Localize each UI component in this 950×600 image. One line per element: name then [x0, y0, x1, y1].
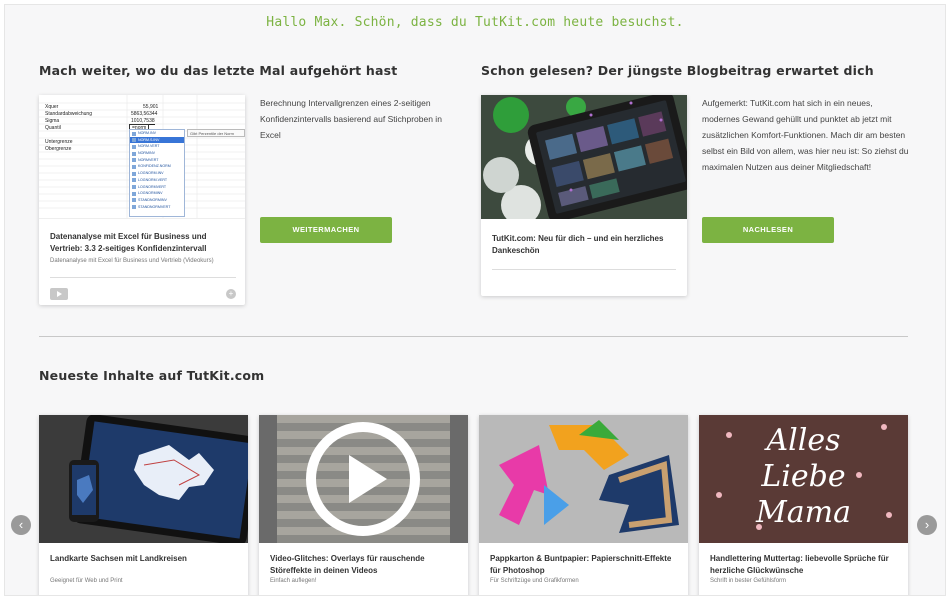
content-card-video-glitches[interactable]: Video-Glitches: Overlays für rauschende …: [259, 415, 468, 595]
content-card-lettering[interactable]: Alles Liebe Mama Handlettering Muttertag…: [699, 415, 908, 595]
content-card-subtitle: Für Schriftzüge und Grafikformen: [490, 578, 579, 584]
lettering-word: Mama: [756, 495, 851, 530]
sheet-row-label: Untergrenze: [45, 139, 73, 145]
content-card-title: Handlettering Muttertag: liebevolle Sprü…: [710, 554, 889, 575]
greeting-text: Hallo Max. Schön, dass du TutKit.com heu…: [266, 15, 684, 30]
blog-tablet-illustration: [481, 95, 687, 219]
blog-description: Aufgemerkt: TutKit.com hat sich in ein n…: [702, 98, 909, 172]
card-image-glitch: [259, 415, 468, 543]
autocomplete-item: NORM.S.INV: [130, 136, 184, 144]
sheet-row-label: Standardabweichung: [45, 111, 92, 117]
autocomplete-item: NORMINV: [130, 150, 184, 157]
autocomplete-item: LOGNORMINV: [130, 190, 184, 197]
lettering-word: Alles: [766, 423, 841, 458]
card-divider: [492, 269, 676, 270]
continue-description: Berechnung Intervallgrenzen eines 2-seit…: [260, 98, 442, 140]
content-card-title: Video-Glitches: Overlays für rauschende …: [270, 554, 425, 575]
sheet-row-value: 5863,56344: [131, 111, 158, 117]
paper-arrows-illustration: [479, 415, 688, 543]
formula-autocomplete-list: NORM.INV NORM.S.INV NORM.VERT NORMINV NO…: [129, 129, 185, 217]
blog-post-card[interactable]: TutKit.com: Neu für dich – und ein herzl…: [481, 95, 687, 296]
plus-icon[interactable]: +: [226, 289, 236, 299]
content-card-subtitle: Einfach auflegen!: [270, 578, 317, 584]
autocomplete-item: LOGNORM.VERT: [130, 177, 184, 184]
glitch-play-illustration: [259, 415, 468, 543]
content-card-subtitle: Schrift in bester Gefühlsform: [710, 578, 787, 584]
content-card-title: Pappkarton & Buntpapier: Papierschnitt-E…: [490, 554, 672, 575]
newest-section-title: Neueste Inhalte auf TutKit.com: [39, 368, 265, 383]
page-frame: Hallo Max. Schön, dass du TutKit.com heu…: [4, 4, 946, 596]
content-card-map[interactable]: Landkarte Sachsen mit Landkreisen Geeign…: [39, 415, 248, 595]
sheet-row-label: Xquer: [45, 104, 59, 110]
section-divider: [39, 336, 908, 337]
autocomplete-item: STANDNORMVERT: [130, 204, 184, 211]
chevron-left-icon[interactable]: ‹: [11, 515, 31, 535]
autocomplete-item: LOGNORMVERT: [130, 184, 184, 191]
lettering-word: Liebe: [761, 459, 846, 494]
content-card-paper-cut[interactable]: Pappkarton & Buntpapier: Papierschnitt-E…: [479, 415, 688, 595]
sheet-row-label: Sigma: [45, 118, 60, 124]
autocomplete-item: LOGNORM.INV: [130, 170, 184, 177]
card-image-map: [39, 415, 248, 543]
continue-course-card[interactable]: Xquer 55,901 Standardabweichung 5863,563…: [39, 95, 245, 305]
blog-section-title: Schon gelesen? Der jüngste Blogbeitrag e…: [481, 63, 874, 78]
tablet-map-illustration: [39, 415, 248, 543]
content-card-title: Landkarte Sachsen mit Landkreisen: [50, 554, 187, 563]
sheet-row-label: Obergrenze: [45, 146, 72, 152]
read-more-button[interactable]: NACHLESEN: [702, 217, 834, 243]
chevron-right-icon[interactable]: ›: [917, 515, 937, 535]
sheet-row-value: 55,901: [143, 104, 159, 110]
continue-button[interactable]: WEITERMACHEN: [260, 217, 392, 243]
blog-post-image: [481, 95, 687, 219]
autocomplete-item: NORM.VERT: [130, 143, 184, 150]
video-icon: [50, 288, 68, 300]
spreadsheet-thumbnail: Xquer 55,901 Standardabweichung 5863,563…: [39, 95, 245, 219]
blog-card-title: TutKit.com: Neu für dich – und ein herzl…: [492, 234, 664, 255]
card-image-lettering: Alles Liebe Mama: [699, 415, 908, 543]
continue-card-subtitle: Datenanalyse mit Excel für Business und …: [50, 258, 214, 264]
card-image-paper: [479, 415, 688, 543]
autocomplete-item: KONFIDENZ.NORM: [130, 163, 184, 170]
continue-section-title: Mach weiter, wo du das letzte Mal aufgeh…: [39, 63, 398, 78]
card-divider: [50, 277, 236, 278]
sheet-row-label: Quantil: [45, 125, 61, 131]
formula-tooltip: Gibt Perzentile der Norm: [187, 129, 245, 137]
continue-card-title: Datenanalyse mit Excel für Business und …: [50, 232, 207, 253]
autocomplete-item: NORMVERT: [130, 157, 184, 164]
autocomplete-item: NORM.INV: [130, 130, 184, 137]
content-card-subtitle: Geeignet für Web und Print: [50, 578, 123, 584]
autocomplete-item: STANDNORMINV: [130, 197, 184, 204]
